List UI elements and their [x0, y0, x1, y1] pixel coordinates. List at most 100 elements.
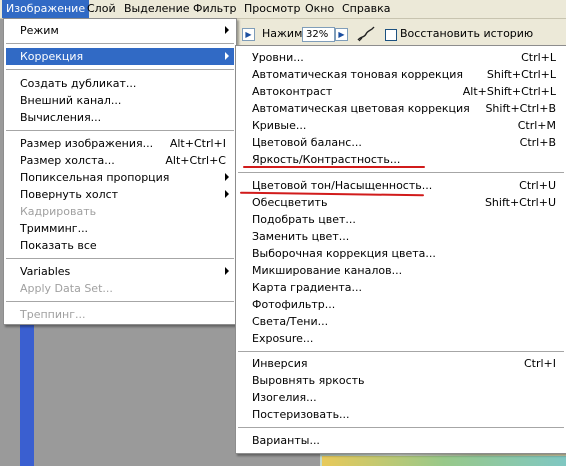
menu-item-shadow-highlight[interactable]: Света/Тени... [238, 313, 564, 330]
menu-item-label: Показать все [20, 239, 97, 252]
menu-item-trim[interactable]: Тримминг... [6, 220, 234, 237]
menu-item-color-balance[interactable]: Цветовой баланс... Ctrl+B [238, 134, 564, 151]
menu-help[interactable]: Справка [338, 0, 394, 18]
menu-item-shortcut: Ctrl+B [519, 136, 556, 149]
brush-preset-arrow-icon[interactable]: ▶ [242, 28, 255, 41]
menu-item-label: Variables [20, 265, 71, 278]
menu-separator [6, 258, 234, 260]
menu-bar: Изображение Слой Выделение Фильтр Просмо… [0, 0, 566, 19]
menu-item-auto-levels[interactable]: Автоматическая тоновая коррекция Shift+C… [238, 66, 564, 83]
menu-item-label: Тримминг... [20, 222, 89, 235]
menu-item-label: Повернуть холст [20, 188, 119, 201]
menu-item-levels[interactable]: Уровни... Ctrl+L [238, 49, 564, 66]
menu-item-label: Автоконтраст [252, 85, 333, 98]
menu-item-exposure[interactable]: Exposure... [238, 330, 564, 347]
menu-separator [6, 130, 234, 132]
menu-item-label: Apply Data Set... [20, 282, 113, 295]
menu-item-label: Варианты... [252, 434, 320, 447]
menu-item-label: Внешний канал... [20, 94, 122, 107]
menu-item-label: Заменить цвет... [252, 230, 350, 243]
menu-item-label: Микширование каналов... [252, 264, 403, 277]
menu-item-crop: Кадрировать [6, 203, 234, 220]
menu-item-channel-mixer[interactable]: Микширование каналов... [238, 262, 564, 279]
menu-item-label: Exposure... [252, 332, 314, 345]
submenu-arrow-icon [225, 173, 229, 181]
image-menu: Режим Коррекция Создать дубликат... Внеш… [3, 18, 237, 325]
menu-item-shortcut: Ctrl+U [519, 179, 556, 192]
menu-item-label: Света/Тени... [252, 315, 329, 328]
menu-item-match-color[interactable]: Подобрать цвет... [238, 211, 564, 228]
menu-image[interactable]: Изображение [2, 0, 90, 18]
menu-item-calculations[interactable]: Вычисления... [6, 109, 234, 126]
menu-item-image-size[interactable]: Размер изображения... Alt+Ctrl+I [6, 135, 234, 152]
flow-label: Нажим: [262, 27, 307, 40]
menu-item-label: Выборочная коррекция цвета... [252, 247, 436, 260]
menu-filter[interactable]: Фильтр [189, 0, 241, 18]
menu-item-curves[interactable]: Кривые... Ctrl+M [238, 117, 564, 134]
restore-history-checkbox[interactable] [385, 29, 397, 41]
menu-separator [238, 172, 564, 174]
adjustments-submenu: Уровни... Ctrl+L Автоматическая тоновая … [235, 45, 566, 454]
menu-item-trap: Треппинг... [6, 306, 234, 323]
menu-separator [238, 427, 564, 429]
menu-item-label: Изогелия... [252, 391, 317, 404]
flow-dropdown-arrow-icon[interactable]: ▶ [335, 28, 348, 41]
menu-layer[interactable]: Слой [83, 0, 120, 18]
menu-item-apply-data-set: Apply Data Set... [6, 280, 234, 297]
menu-item-photo-filter[interactable]: Фотофильтр... [238, 296, 564, 313]
menu-item-shortcut: Ctrl+L [521, 51, 556, 64]
menu-item-mode[interactable]: Режим [6, 22, 234, 39]
menu-item-shortcut: Alt+Ctrl+C [165, 154, 226, 167]
restore-history-label: Восстановить историю [400, 27, 534, 40]
flow-input[interactable]: 32% [302, 27, 335, 42]
menu-view[interactable]: Просмотр [240, 0, 304, 18]
submenu-arrow-icon [225, 267, 229, 275]
menu-item-shortcut: Alt+Ctrl+I [169, 137, 226, 150]
menu-separator [6, 301, 234, 303]
menu-item-label: Режим [20, 24, 59, 37]
menu-item-shortcut: Alt+Shift+Ctrl+L [462, 85, 556, 98]
menu-item-label: Треппинг... [20, 308, 86, 321]
menu-item-rotate-canvas[interactable]: Повернуть холст [6, 186, 234, 203]
submenu-arrow-icon [225, 52, 229, 60]
menu-item-label: Размер холста... [20, 154, 115, 167]
menu-item-shortcut: Ctrl+I [523, 357, 556, 370]
menu-item-label: Цветовой баланс... [252, 136, 362, 149]
menu-item-shortcut: Shift+Ctrl+B [485, 102, 556, 115]
menu-item-auto-color[interactable]: Автоматическая цветовая коррекция Shift+… [238, 100, 564, 117]
airbrush-icon[interactable] [356, 25, 376, 43]
menu-select[interactable]: Выделение [120, 0, 194, 18]
menu-item-auto-contrast[interactable]: Автоконтраст Alt+Shift+Ctrl+L [238, 83, 564, 100]
menu-item-canvas-size[interactable]: Размер холста... Alt+Ctrl+C [6, 152, 234, 169]
menu-item-gradient-map[interactable]: Карта градиента... [238, 279, 564, 296]
menu-separator [6, 69, 234, 71]
menu-item-label: Фотофильтр... [252, 298, 336, 311]
menu-item-label: Создать дубликат... [20, 77, 137, 90]
menu-item-equalize[interactable]: Выровнять яркость [238, 372, 564, 389]
menu-item-variations[interactable]: Варианты... [238, 432, 564, 449]
menu-item-reveal-all[interactable]: Показать все [6, 237, 234, 254]
submenu-arrow-icon [225, 190, 229, 198]
menu-item-desaturate[interactable]: Обесцветить Shift+Ctrl+U [238, 194, 564, 211]
menu-item-label: Обесцветить [252, 196, 328, 209]
menu-item-label: Автоматическая тоновая коррекция [252, 68, 463, 81]
annotation-underline-brightness [243, 166, 425, 168]
menu-item-apply-image[interactable]: Внешний канал... [6, 92, 234, 109]
menu-item-selective-color[interactable]: Выборочная коррекция цвета... [238, 245, 564, 262]
menu-item-adjustments[interactable]: Коррекция [6, 48, 234, 65]
menu-item-shortcut: Shift+Ctrl+L [486, 68, 556, 81]
menu-window[interactable]: Окно [301, 0, 338, 18]
menu-item-label: Уровни... [252, 51, 304, 64]
menu-item-shortcut: Ctrl+M [517, 119, 556, 132]
menu-item-label: Постеризовать... [252, 408, 350, 421]
menu-item-replace-color[interactable]: Заменить цвет... [238, 228, 564, 245]
menu-separator [238, 351, 564, 353]
menu-item-duplicate[interactable]: Создать дубликат... [6, 75, 234, 92]
menu-item-variables[interactable]: Variables [6, 263, 234, 280]
menu-item-label: Размер изображения... [20, 137, 154, 150]
menu-item-invert[interactable]: Инверсия Ctrl+I [238, 355, 564, 372]
menu-item-pixel-aspect-ratio[interactable]: Попиксельная пропорция [6, 169, 234, 186]
menu-item-posterize[interactable]: Постеризовать... [238, 406, 564, 423]
menu-item-threshold[interactable]: Изогелия... [238, 389, 564, 406]
menu-item-label: Кривые... [252, 119, 307, 132]
